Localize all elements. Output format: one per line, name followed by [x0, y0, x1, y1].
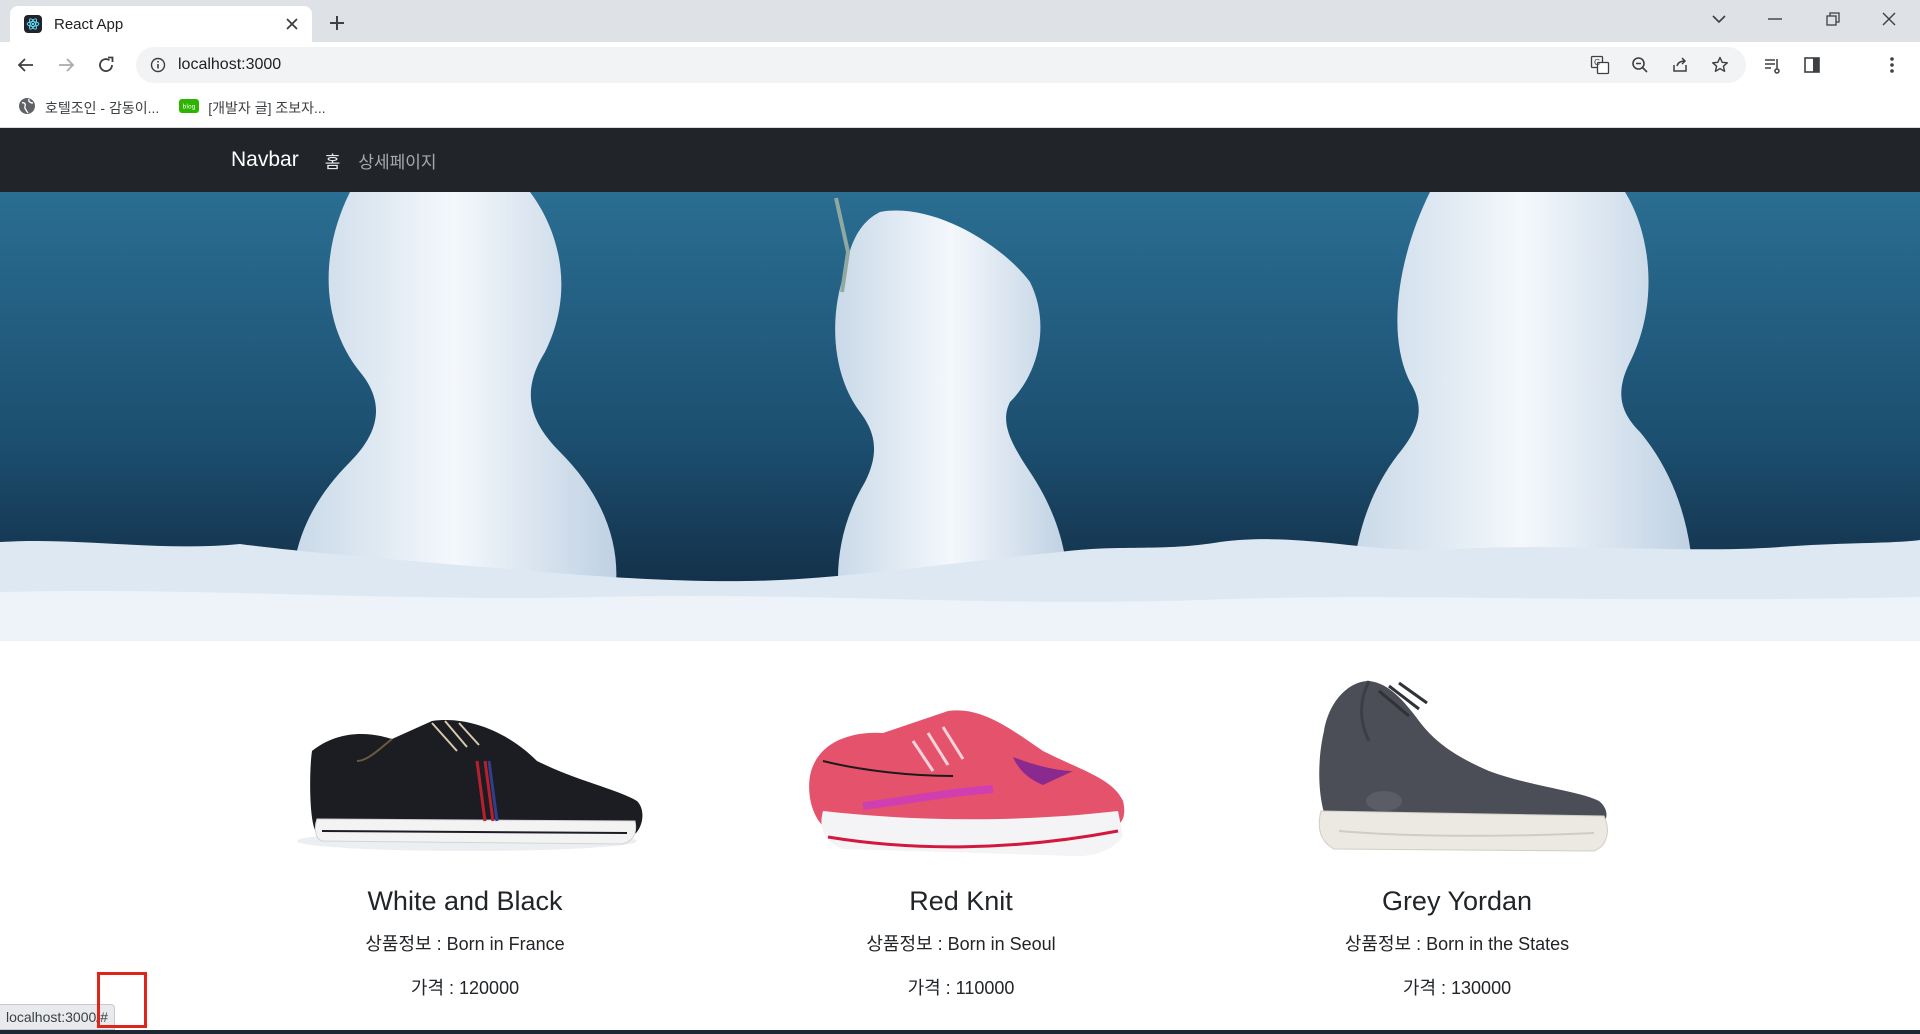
browser-tab-strip: React App — [0, 0, 1920, 42]
globe-icon — [18, 97, 36, 118]
product-image — [713, 661, 1209, 891]
bookmark-label: [개발자 글] 조보자... — [208, 99, 326, 116]
translate-icon[interactable]: G — [1588, 53, 1612, 77]
reading-list-icon[interactable] — [1760, 53, 1784, 77]
product-title: Grey Yordan — [1381, 886, 1533, 916]
highlight-box — [97, 972, 147, 1028]
bottom-edge-strip — [0, 1030, 1920, 1034]
product-list: White and Black 상품정보 : Born in France 가격… — [0, 641, 1920, 1034]
url-text: localhost:3000 — [178, 56, 282, 73]
react-logo-icon — [24, 15, 42, 33]
address-bar[interactable]: localhost:3000 G — [136, 47, 1746, 83]
new-tab-icon[interactable] — [326, 12, 348, 34]
bookmark-item[interactable]: blog [개발자 글] 조보자... — [179, 98, 326, 118]
minimize-icon[interactable] — [1762, 8, 1788, 30]
navbar-brand[interactable]: Navbar — [231, 148, 299, 172]
close-window-icon[interactable] — [1876, 8, 1902, 30]
bookmark-item[interactable]: 호텔조인 - 감동이... — [18, 97, 159, 118]
back-arrow-icon[interactable] — [14, 53, 38, 77]
blog-badge-icon: blog — [179, 98, 200, 117]
product-price: 가격 : 130000 — [1402, 978, 1512, 998]
bookmarks-bar: 호텔조인 - 감동이... blog [개발자 글] 조보자... — [0, 88, 1920, 128]
bookmark-star-icon[interactable] — [1708, 53, 1732, 77]
site-info-icon[interactable] — [150, 57, 166, 73]
tab-title: React App — [54, 15, 124, 33]
side-panel-icon[interactable] — [1800, 53, 1824, 77]
more-menu-icon[interactable] — [1880, 53, 1904, 77]
svg-text:G: G — [1594, 58, 1600, 67]
nav-link-home[interactable]: 홈 — [325, 148, 341, 173]
nav-link-detail[interactable]: 상세페이지 — [358, 148, 436, 173]
product-image — [217, 661, 713, 891]
browser-toolbar: localhost:3000 G — [0, 42, 1920, 88]
product-info: 상품정보 : Born in the States — [1344, 934, 1570, 954]
bookmark-label: 호텔조인 - 감동이... — [45, 99, 160, 116]
blog-badge-text: blog — [183, 104, 196, 111]
product-price: 가격 : 120000 — [410, 978, 520, 998]
product-title: Red Knit — [909, 886, 1013, 916]
product-title: White and Black — [367, 886, 563, 916]
product-info: 상품정보 : Born in France — [365, 934, 565, 954]
tab-search-chevron-icon[interactable] — [1706, 8, 1732, 30]
close-tab-icon[interactable] — [282, 14, 302, 34]
product-image — [1209, 661, 1705, 891]
browser-tab[interactable]: React App — [10, 6, 312, 42]
navbar: Navbar 홈 상세페이지 — [0, 128, 1920, 192]
reload-icon[interactable] — [94, 53, 118, 77]
zoom-out-icon[interactable] — [1628, 53, 1652, 77]
product-info: 상품정보 : Born in Seoul — [866, 934, 1056, 954]
product-price: 가격 : 110000 — [907, 978, 1015, 998]
hero-banner-image — [0, 192, 1920, 641]
restore-icon[interactable] — [1820, 8, 1846, 30]
forward-arrow-icon[interactable] — [54, 53, 78, 77]
share-icon[interactable] — [1668, 53, 1692, 77]
